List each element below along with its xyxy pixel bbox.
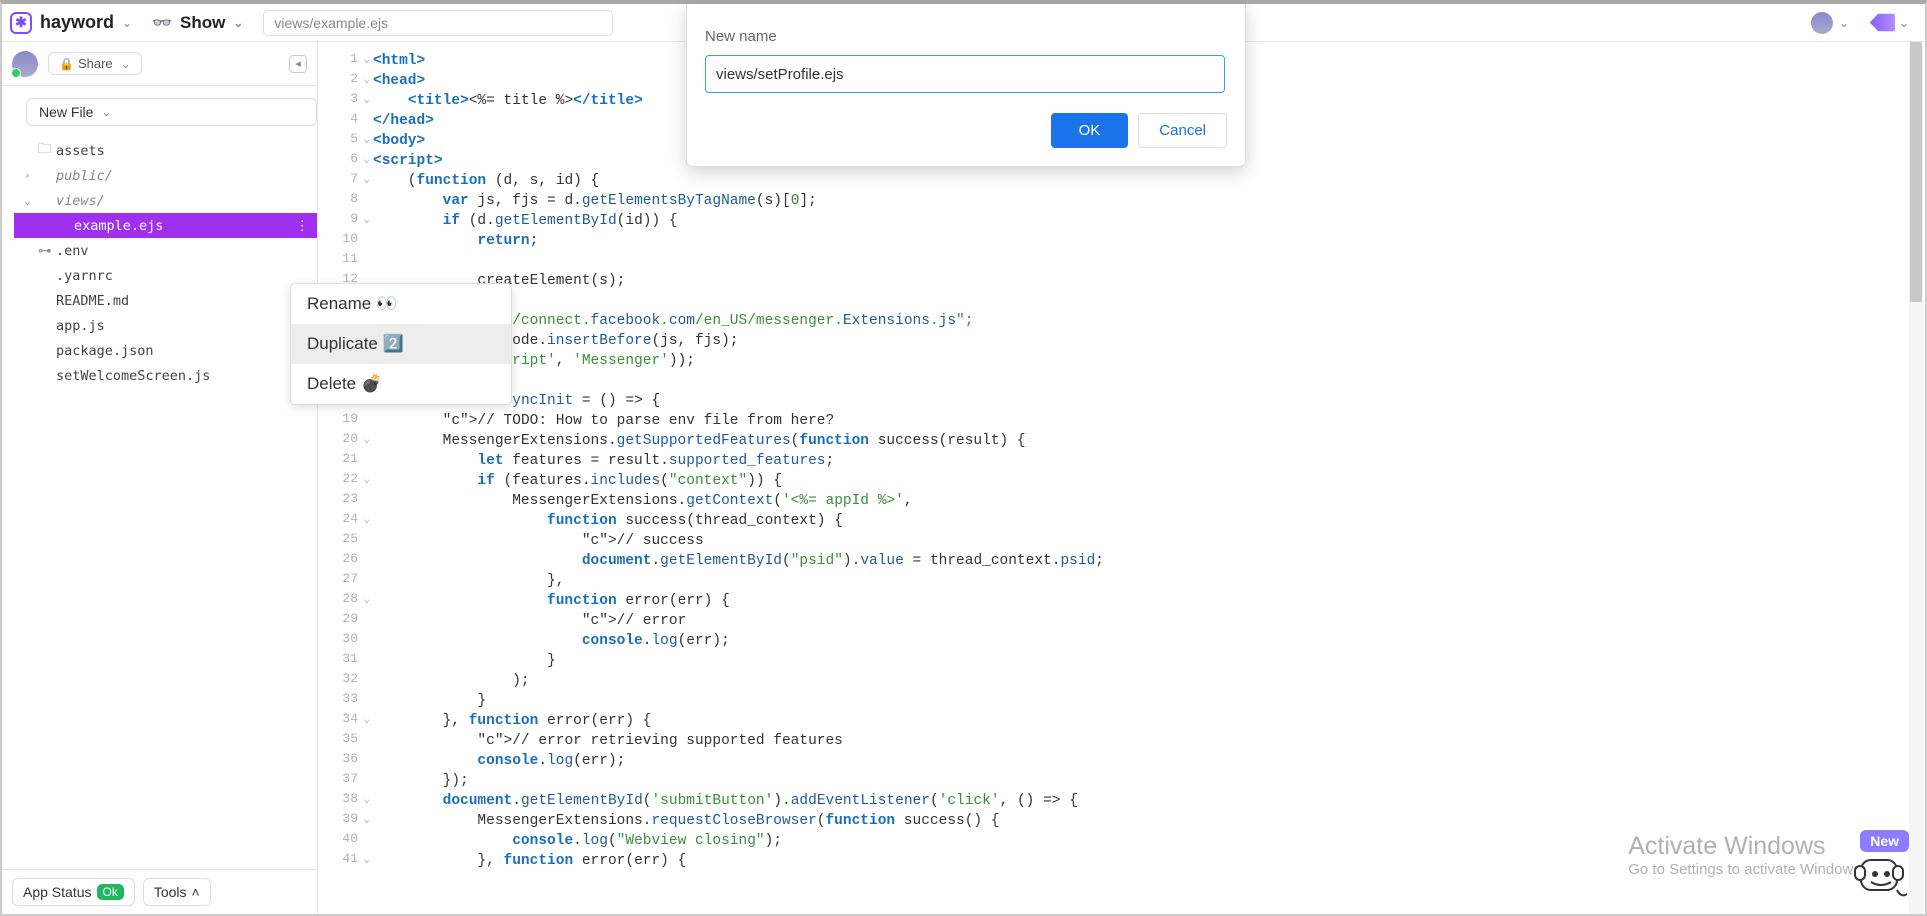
sidebar-top: 🔒 Share ⌄ ◂ <box>2 42 317 86</box>
user-avatar[interactable] <box>1811 12 1833 34</box>
chevron-down-icon: ⌄ <box>121 57 131 71</box>
rename-modal: New name OK Cancel <box>686 4 1246 167</box>
context-rename[interactable]: Rename 👀 <box>291 284 511 324</box>
activate-line1: Activate Windows <box>1628 832 1865 861</box>
share-label: Share <box>78 56 113 71</box>
tree-file-appjs[interactable]: app.js <box>14 313 317 338</box>
chevron-down-icon[interactable]: ⌄ <box>1899 16 1909 30</box>
file-options-button[interactable]: ⋮ <box>296 218 310 234</box>
glasses-icon: 👓 <box>152 13 172 33</box>
help-mascot-icon[interactable] <box>1851 846 1907 902</box>
folder-icon: 🗀 <box>38 139 56 162</box>
tools-button[interactable]: Tools ˄ <box>143 878 211 906</box>
tree-file-package-json[interactable]: package.json <box>14 338 317 363</box>
chevron-down-icon: ⌄ <box>122 16 132 30</box>
lock-icon: 🔒 <box>59 57 74 71</box>
modal-label: New name <box>705 28 1227 45</box>
status-ok-badge: Ok <box>97 884 124 900</box>
tree-folder-public[interactable]: › public/ <box>14 163 317 188</box>
file-context-menu: Rename 👀 Duplicate 2️⃣ Delete 💣 <box>290 283 512 405</box>
show-label: Show <box>180 13 225 33</box>
logo-icon: ✱ <box>10 12 32 34</box>
tree-label: README.md <box>56 293 129 309</box>
activate-line2: Go to Settings to activate Windows. <box>1628 861 1865 878</box>
tree-file-yarnrc[interactable]: .yarnrc <box>14 263 317 288</box>
tree-label: example.ejs <box>74 218 163 234</box>
chevron-down-icon: ⌄ <box>101 105 111 119</box>
tree-label: package.json <box>56 343 154 359</box>
chevron-down-icon: ⌄ <box>233 16 243 30</box>
tree-label: setWelcomeScreen.js <box>56 368 210 384</box>
tree-label: assets <box>56 143 105 159</box>
tree-folder-assets[interactable]: 🗀 assets <box>14 138 317 163</box>
sidebar: 🔒 Share ⌄ ◂ New File ⌄ 🗀 assets › public… <box>2 42 318 914</box>
ok-button[interactable]: OK <box>1051 113 1129 148</box>
duplicate-label: Duplicate <box>307 334 378 354</box>
sidebar-bottom: App Status Ok Tools ˄ <box>2 869 317 914</box>
eyes-icon: 👀 <box>376 294 397 314</box>
activate-windows-watermark: Activate Windows Go to Settings to activ… <box>1628 832 1865 878</box>
key-icon: ⊶ <box>38 243 56 259</box>
bomb-icon: 💣 <box>361 374 382 394</box>
app-status-label: App Status <box>23 884 92 900</box>
code-editor[interactable]: 1234567891011121314151617181920212223242… <box>318 42 1925 914</box>
chevron-down-icon[interactable]: ⌄ <box>1839 16 1849 30</box>
share-button[interactable]: 🔒 Share ⌄ <box>48 52 142 75</box>
tree-file-env[interactable]: ⊶ .env <box>14 238 317 263</box>
context-duplicate[interactable]: Duplicate 2️⃣ <box>291 324 511 364</box>
new-name-input[interactable] <box>705 55 1225 93</box>
workspace-name: hayword <box>40 12 114 33</box>
new-file-button[interactable]: New File ⌄ <box>26 98 317 126</box>
rename-label: Rename <box>307 294 371 314</box>
file-path-input[interactable] <box>263 10 613 36</box>
new-file-label: New File <box>39 104 93 120</box>
presence-avatar[interactable] <box>12 51 38 77</box>
app-status-button[interactable]: App Status Ok <box>12 878 135 906</box>
caret-down-icon: ⌄ <box>24 194 38 207</box>
caret-right-icon: › <box>24 169 38 182</box>
tree-folder-views[interactable]: ⌄ views/ <box>14 188 317 213</box>
show-dropdown[interactable]: 👓 Show ⌄ <box>152 13 243 33</box>
app-frame: ✱ hayword ⌄ 👓 Show ⌄ ⌄ ⌄ 🔒 Share ⌄ ◂ <box>0 0 1927 916</box>
scrollbar-thumb[interactable] <box>1910 42 1922 302</box>
two-icon: 2️⃣ <box>383 334 404 354</box>
tree-file-setwelcomescreen-js[interactable]: setWelcomeScreen.js <box>14 363 317 388</box>
tree-file-readme[interactable]: README.md <box>14 288 317 313</box>
glitch-avatar-icon[interactable] <box>1867 12 1895 34</box>
tools-label: Tools <box>154 884 187 900</box>
tree-label: app.js <box>56 318 105 334</box>
tree-label: .yarnrc <box>56 268 113 284</box>
workspace-switcher[interactable]: ✱ hayword ⌄ <box>10 12 132 34</box>
chevron-up-icon: ˄ <box>192 884 200 900</box>
tree-file-example-ejs[interactable]: example.ejs ⋮ <box>14 213 317 238</box>
tree-label: public/ <box>56 168 113 184</box>
main-area: 🔒 Share ⌄ ◂ New File ⌄ 🗀 assets › public… <box>2 42 1925 914</box>
cancel-button[interactable]: Cancel <box>1138 113 1227 148</box>
file-tree: 🗀 assets › public/ ⌄ views/ example.ejs … <box>2 138 317 388</box>
context-delete[interactable]: Delete 💣 <box>291 364 511 404</box>
tree-label: .env <box>56 243 89 259</box>
tree-label: views/ <box>56 193 105 209</box>
collapse-sidebar-button[interactable]: ◂ <box>289 55 307 73</box>
delete-label: Delete <box>307 374 356 394</box>
line-gutter: 1234567891011121314151617181920212223242… <box>318 42 366 871</box>
vertical-scrollbar[interactable] <box>1909 42 1923 914</box>
